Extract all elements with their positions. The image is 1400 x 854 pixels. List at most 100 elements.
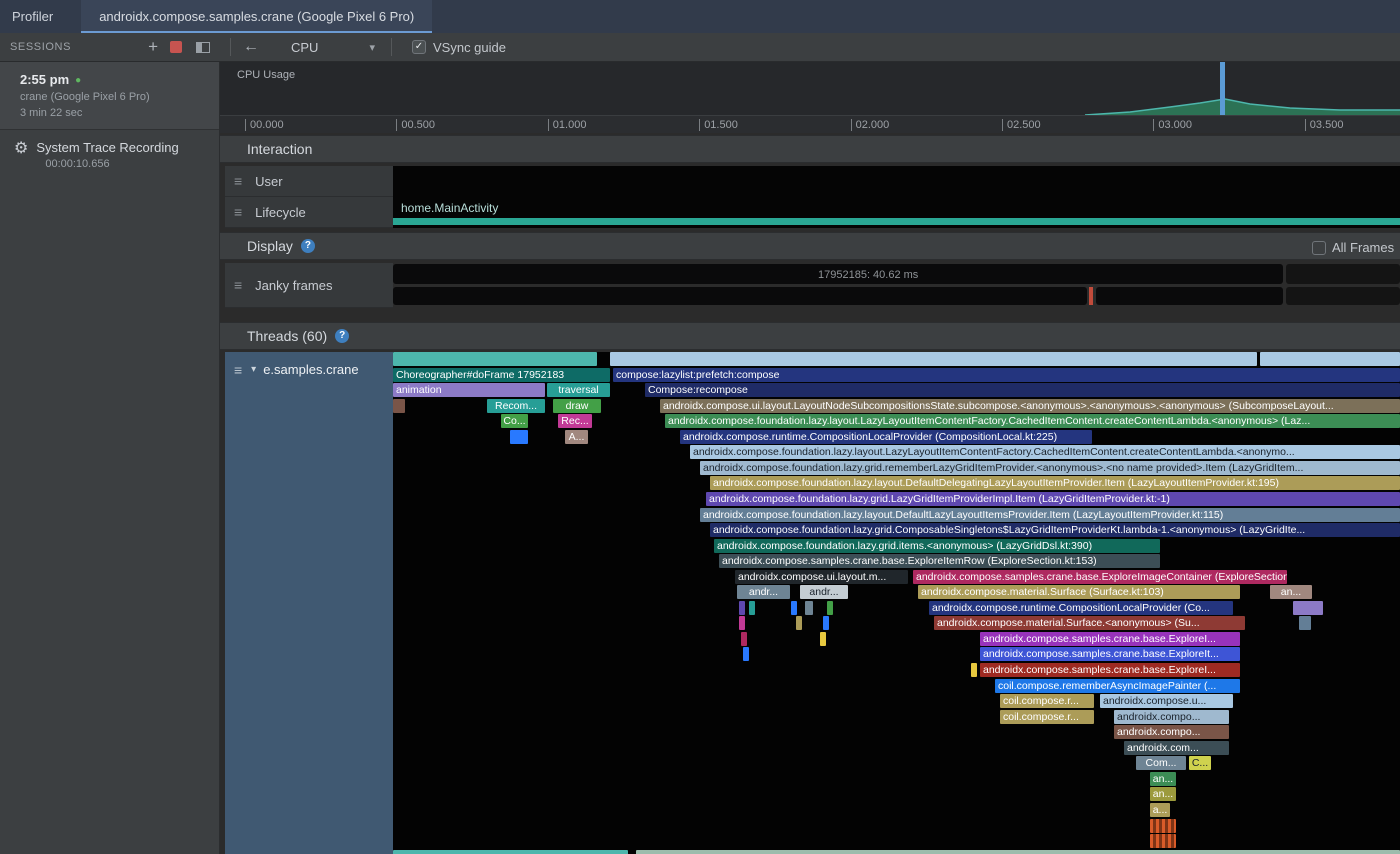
janky-frames-track[interactable]: ≡ Janky frames 17952185: 40.62 ms: [220, 263, 1400, 308]
flame-bar[interactable]: [1299, 616, 1311, 630]
flame-bar[interactable]: androidx.compose.ui.layout.m...: [735, 570, 908, 584]
help-icon[interactable]: ?: [301, 239, 315, 253]
flame-bar[interactable]: an...: [1150, 772, 1176, 786]
flame-bar[interactable]: coil.compose.r...: [1000, 694, 1094, 708]
drag-handle-icon[interactable]: ≡: [234, 362, 242, 378]
flame-bar[interactable]: androidx.compo...: [1114, 710, 1229, 724]
flame-bar[interactable]: [393, 850, 628, 854]
recording-item[interactable]: ⚙ System Trace Recording 00:00:10.656: [0, 130, 219, 178]
flame-bar[interactable]: androidx.compose.u...: [1100, 694, 1233, 708]
flame-bar[interactable]: animation: [393, 383, 545, 397]
flame-bar[interactable]: [393, 399, 405, 413]
flame-bar[interactable]: androidx.compose.foundation.lazy.layout.…: [700, 508, 1400, 522]
flame-bar[interactable]: [1150, 819, 1176, 833]
flame-bar[interactable]: compose:lazylist:prefetch:compose: [613, 368, 1400, 382]
flame-bar[interactable]: andr...: [800, 585, 848, 599]
flame-bar[interactable]: androidx.compose.foundation.lazy.grid.Co…: [710, 523, 1400, 537]
flame-bar[interactable]: [743, 647, 749, 661]
flame-bar[interactable]: C...: [1189, 756, 1211, 770]
flame-bar[interactable]: [1293, 601, 1323, 615]
flame-bar[interactable]: androidx.compose.foundation.lazy.layout.…: [710, 476, 1400, 490]
flame-bar[interactable]: traversal: [547, 383, 610, 397]
flame-bar[interactable]: androidx.compose.foundation.lazy.grid.re…: [700, 461, 1400, 475]
flame-bar[interactable]: [610, 352, 1257, 366]
flame-bar[interactable]: androidx.com...: [1124, 741, 1229, 755]
flame-bar[interactable]: androidx.compo...: [1114, 725, 1229, 739]
profiler-type-dropdown[interactable]: CPU ▾: [285, 35, 381, 59]
user-track-label-cell[interactable]: ≡ User: [225, 166, 393, 197]
back-arrow-icon[interactable]: ←: [243, 39, 259, 55]
user-track-row[interactable]: ≡ User: [220, 166, 1400, 197]
flame-bar[interactable]: androidx.compose.samples.crane.base.Expl…: [980, 647, 1240, 661]
session-tab[interactable]: androidx.compose.samples.crane (Google P…: [81, 0, 432, 33]
lifecycle-activity-bar[interactable]: [393, 218, 1400, 225]
frame-bar[interactable]: [393, 287, 1087, 305]
help-icon[interactable]: ?: [335, 329, 349, 343]
flame-bar[interactable]: [805, 601, 813, 615]
flame-bar[interactable]: [1150, 834, 1176, 848]
flame-bar[interactable]: a...: [1150, 803, 1170, 817]
flame-bar[interactable]: [636, 850, 1400, 854]
flame-chart[interactable]: Choreographer#doFrame 17952183compose:la…: [393, 352, 1400, 854]
drag-handle-icon[interactable]: ≡: [234, 277, 242, 293]
flame-bar[interactable]: Recom...: [487, 399, 545, 413]
flame-bar[interactable]: androidx.compose.material.Surface.<anony…: [934, 616, 1245, 630]
flame-bar[interactable]: an...: [1150, 787, 1176, 801]
flame-bar[interactable]: A...: [565, 430, 588, 444]
flame-bar[interactable]: androidx.compose.runtime.CompositionLoca…: [929, 601, 1233, 615]
flame-bar[interactable]: [510, 430, 528, 444]
session-item[interactable]: 2:55 pm● crane (Google Pixel 6 Pro) 3 mi…: [0, 62, 219, 130]
janky-frame-marker[interactable]: [1089, 287, 1093, 305]
flame-bar[interactable]: Compose:recompose: [645, 383, 1400, 397]
frame-bar[interactable]: [1286, 264, 1400, 284]
flame-bar[interactable]: androidx.compose.foundation.lazy.layout.…: [665, 414, 1400, 428]
flame-bar[interactable]: [393, 352, 597, 366]
flame-bar[interactable]: [739, 616, 745, 630]
flame-bar[interactable]: androidx.compose.samples.crane.base.Expl…: [980, 632, 1240, 646]
flame-bar[interactable]: draw: [553, 399, 601, 413]
flame-bar[interactable]: coil.compose.rememberAsyncImagePainter (…: [995, 679, 1240, 693]
flame-bar[interactable]: Com...: [1136, 756, 1186, 770]
flame-bar[interactable]: [1260, 352, 1400, 366]
flame-bar[interactable]: [823, 616, 829, 630]
stop-recording-icon[interactable]: [170, 41, 182, 53]
flame-bar[interactable]: androidx.compose.foundation.lazy.grid.it…: [714, 539, 1160, 553]
user-track-chart[interactable]: [393, 166, 1400, 197]
flame-bar[interactable]: [749, 601, 755, 615]
lifecycle-track-row[interactable]: ≡ Lifecycle home.MainActivity: [220, 197, 1400, 228]
frame-bar[interactable]: [1286, 287, 1400, 305]
lifecycle-track-label-cell[interactable]: ≡ Lifecycle: [225, 197, 393, 228]
flame-bar[interactable]: [739, 601, 745, 615]
flame-bar[interactable]: androidx.compose.material.Surface (Surfa…: [918, 585, 1240, 599]
flame-bar[interactable]: [971, 663, 977, 677]
frame-bar[interactable]: 17952185: 40.62 ms: [393, 264, 1283, 284]
flame-bar[interactable]: [791, 601, 797, 615]
flame-bar[interactable]: andr...: [737, 585, 790, 599]
time-axis[interactable]: 00.00000.50001.00001.50002.00002.50003.0…: [220, 115, 1400, 133]
flame-bar[interactable]: Choreographer#doFrame 17952183: [393, 368, 610, 382]
flame-bar[interactable]: androidx.compose.runtime.CompositionLoca…: [680, 430, 1092, 444]
flame-bar[interactable]: androidx.compose.foundation.lazy.grid.La…: [706, 492, 1400, 506]
flame-bar[interactable]: androidx.compose.foundation.lazy.layout.…: [690, 445, 1400, 459]
all-frames-checkbox[interactable]: [1312, 241, 1326, 255]
flame-bar[interactable]: Co...: [501, 414, 528, 428]
flame-bar[interactable]: Rec...: [558, 414, 592, 428]
flame-bar[interactable]: [796, 616, 802, 630]
flame-bar[interactable]: androidx.compose.samples.crane.base.Expl…: [913, 570, 1287, 584]
frame-bar[interactable]: [1096, 287, 1283, 305]
janky-frames-label-cell[interactable]: ≡ Janky frames: [225, 263, 393, 308]
panel-layout-icon[interactable]: [196, 42, 210, 53]
cpu-usage-track[interactable]: CPU Usage 00.00000.50001.00001.50002.000…: [220, 62, 1400, 133]
vsync-checkbox[interactable]: ✓: [412, 40, 426, 54]
lifecycle-track-chart[interactable]: home.MainActivity: [393, 197, 1400, 228]
all-frames-control[interactable]: All Frames: [1312, 240, 1394, 255]
add-session-icon[interactable]: +: [148, 39, 158, 55]
flame-bar[interactable]: [827, 601, 833, 615]
flame-bar[interactable]: androidx.compose.samples.crane.base.Expl…: [719, 554, 1160, 568]
collapse-caret-icon[interactable]: ▾: [251, 364, 256, 375]
flame-bar[interactable]: an...: [1270, 585, 1312, 599]
flame-bar[interactable]: androidx.compose.ui.layout.LayoutNodeSub…: [660, 399, 1400, 413]
flame-bar[interactable]: coil.compose.r...: [1000, 710, 1094, 724]
drag-handle-icon[interactable]: ≡: [234, 204, 242, 220]
drag-handle-icon[interactable]: ≡: [234, 173, 242, 189]
